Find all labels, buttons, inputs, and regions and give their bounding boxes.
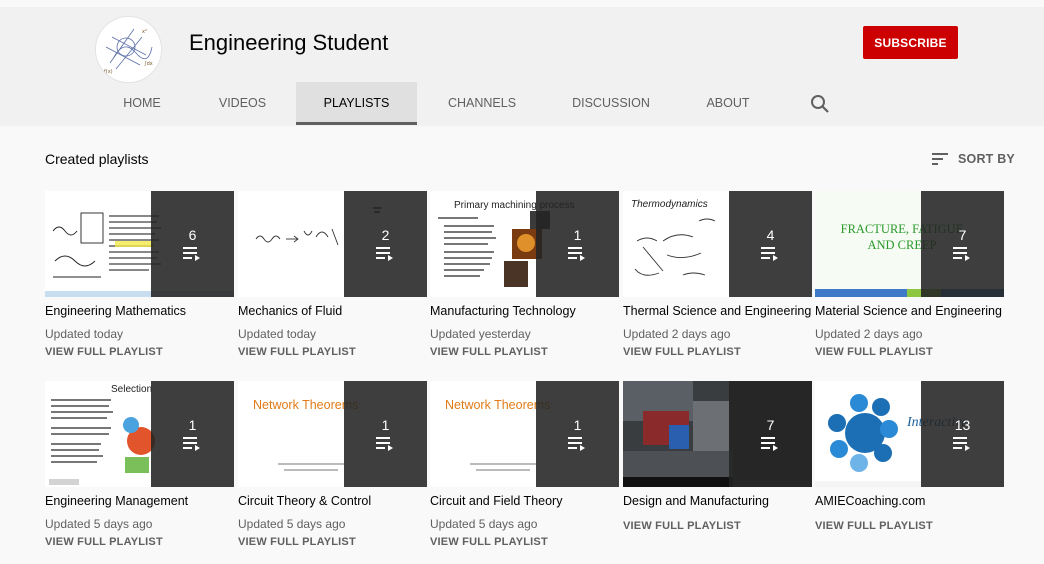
video-count: 6: [188, 227, 197, 243]
video-count: 1: [188, 417, 197, 433]
playlist-count-overlay: 7: [729, 381, 812, 487]
playlist-count-overlay: 7: [921, 191, 1004, 297]
playlist-thumbnail[interactable]: Selection 1: [45, 381, 234, 487]
playlist-updated: Updated today: [238, 327, 317, 341]
playlist-icon: [952, 247, 970, 261]
playlist-thumbnail[interactable]: Interactive 13: [815, 381, 1004, 487]
tab-about[interactable]: ABOUT: [694, 82, 762, 124]
playlist-title[interactable]: Engineering Mathematics: [45, 304, 250, 318]
playlist-thumbnail[interactable]: Network Theorems 1: [238, 381, 427, 487]
playlist-icon: [952, 437, 970, 451]
tab-playlists[interactable]: PLAYLISTS: [296, 82, 417, 125]
playlist-icon: [760, 437, 778, 451]
playlist-updated: Updated 5 days ago: [430, 517, 538, 531]
video-count: 1: [573, 227, 582, 243]
playlist-title[interactable]: Thermal Science and Engineering: [623, 304, 828, 318]
tab-channels[interactable]: CHANNELS: [434, 82, 530, 124]
playlist-title[interactable]: Engineering Management: [45, 494, 250, 508]
playlist-count-overlay: 1: [536, 191, 619, 297]
tab-home[interactable]: HOME: [108, 82, 176, 124]
view-full-playlist-link[interactable]: VIEW FULL PLAYLIST: [430, 536, 548, 548]
video-count: 4: [766, 227, 775, 243]
channel-header: x² ∫dx f(x) Engineering Student SUBSCRIB…: [0, 7, 1044, 126]
svg-text:x²: x²: [142, 29, 147, 35]
playlist-count-overlay: 1: [344, 381, 427, 487]
playlist-thumbnail[interactable]: FRACTURE, FATIGUE AND CREEP 7: [815, 191, 1004, 297]
playlist-count-overlay: 2: [344, 191, 427, 297]
playlist-title[interactable]: Material Science and Engineering: [815, 304, 1020, 318]
playlist-icon: [760, 247, 778, 261]
view-full-playlist-link[interactable]: VIEW FULL PLAYLIST: [815, 520, 933, 532]
playlist-updated: Updated 2 days ago: [623, 327, 731, 341]
playlist-thumbnail[interactable]: 2: [238, 191, 427, 297]
video-count: 1: [381, 417, 390, 433]
search-icon[interactable]: [808, 92, 832, 116]
playlist-updated: Updated 5 days ago: [238, 517, 346, 531]
view-full-playlist-link[interactable]: VIEW FULL PLAYLIST: [430, 346, 548, 358]
playlist-count-overlay: 4: [729, 191, 812, 297]
view-full-playlist-link[interactable]: VIEW FULL PLAYLIST: [238, 346, 356, 358]
video-count: 13: [954, 417, 971, 433]
playlist-title[interactable]: Mechanics of Fluid: [238, 304, 443, 318]
playlist-count-overlay: 13: [921, 381, 1004, 487]
playlist-title[interactable]: AMIECoaching.com: [815, 494, 1020, 508]
playlist-thumbnail[interactable]: Primary machining process 1: [430, 191, 619, 297]
channel-tabs: HOME VIDEOS PLAYLISTS CHANNELS DISCUSSIO…: [0, 82, 1044, 126]
view-full-playlist-link[interactable]: VIEW FULL PLAYLIST: [815, 346, 933, 358]
playlist-updated: Updated today: [45, 327, 124, 341]
video-count: 1: [573, 417, 582, 433]
playlist-updated: Updated 2 days ago: [815, 327, 923, 341]
playlist-icon: [182, 247, 200, 261]
video-count: 7: [958, 227, 967, 243]
subscribe-button[interactable]: SUBSCRIBE: [863, 26, 958, 59]
svg-text:f(x): f(x): [104, 69, 113, 75]
playlist-count-overlay: 6: [151, 191, 234, 297]
playlist-title[interactable]: Circuit and Field Theory: [430, 494, 635, 508]
view-full-playlist-link[interactable]: VIEW FULL PLAYLIST: [45, 536, 163, 548]
channel-page: x² ∫dx f(x) Engineering Student SUBSCRIB…: [0, 0, 1044, 564]
playlist-thumbnail[interactable]: 7: [623, 381, 812, 487]
view-full-playlist-link[interactable]: VIEW FULL PLAYLIST: [238, 536, 356, 548]
tab-videos[interactable]: VIDEOS: [205, 82, 280, 124]
avatar-sketch: x² ∫dx f(x): [96, 17, 161, 82]
playlist-icon: [375, 437, 393, 451]
playlist-updated: Updated yesterday: [430, 327, 531, 341]
sort-by-label: SORT BY: [958, 152, 1015, 166]
playlist-updated: Updated 5 days ago: [45, 517, 153, 531]
channel-title: Engineering Student: [189, 30, 389, 55]
thumbnail-slide-title: Selection: [111, 384, 153, 395]
playlist-title[interactable]: Design and Manufacturing: [623, 494, 828, 508]
view-full-playlist-link[interactable]: VIEW FULL PLAYLIST: [623, 346, 741, 358]
playlist-title[interactable]: Circuit Theory & Control: [238, 494, 443, 508]
video-count: 2: [381, 227, 390, 243]
thumbnail-slide-title: Network Theorems: [445, 398, 551, 412]
video-count: 7: [766, 417, 775, 433]
sort-icon: [932, 153, 948, 165]
playlist-icon: [567, 437, 585, 451]
playlist-title[interactable]: Manufacturing Technology: [430, 304, 635, 318]
svg-text:∫dx: ∫dx: [144, 61, 153, 67]
playlist-thumbnail[interactable]: 6: [45, 191, 234, 297]
shelf-title: Created playlists: [45, 151, 149, 167]
playlist-icon: [182, 437, 200, 451]
view-full-playlist-link[interactable]: VIEW FULL PLAYLIST: [623, 520, 741, 532]
view-full-playlist-link[interactable]: VIEW FULL PLAYLIST: [45, 346, 163, 358]
playlist-icon: [567, 247, 585, 261]
playlist-thumbnail[interactable]: Thermodynamics 4: [623, 191, 812, 297]
playlist-count-overlay: 1: [151, 381, 234, 487]
sort-by-button[interactable]: SORT BY: [932, 149, 1015, 169]
playlist-count-overlay: 1: [536, 381, 619, 487]
playlist-thumbnail[interactable]: Network Theorems 1: [430, 381, 619, 487]
tab-discussion[interactable]: DISCUSSION: [560, 82, 662, 124]
playlist-icon: [375, 247, 393, 261]
thumbnail-slide-title: Network Theorems: [253, 398, 359, 412]
channel-avatar[interactable]: x² ∫dx f(x): [95, 16, 162, 83]
thumbnail-slide-title: Thermodynamics: [631, 199, 708, 210]
